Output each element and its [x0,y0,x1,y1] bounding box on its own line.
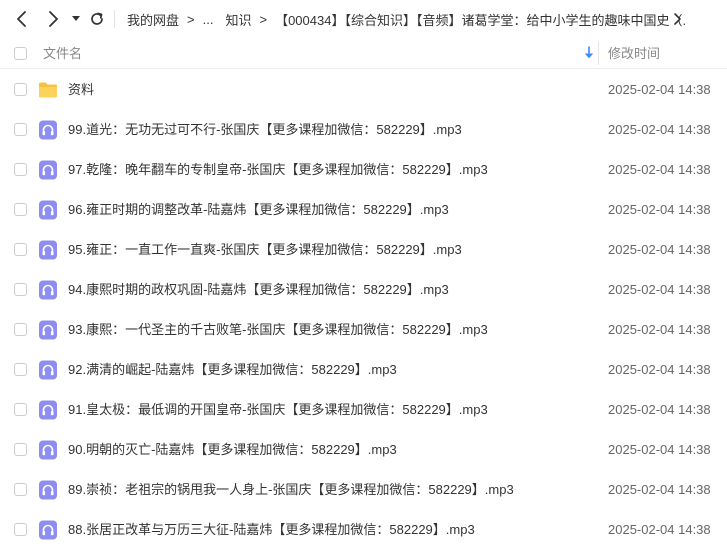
sort-arrow-icon[interactable] [584,46,594,63]
folder-icon [39,82,57,98]
file-name[interactable]: 92.满清的崛起-陆嘉炜【更多课程加微信：582229】.mp3 [68,350,397,390]
breadcrumb-more-button[interactable] [667,0,687,38]
file-list-header: 文件名 修改时间 [0,38,727,69]
file-name[interactable]: 95.雍正：一直工作一直爽-张国庆【更多课程加微信：582229】.mp3 [68,230,462,270]
column-header-modified[interactable]: 修改时间 [608,38,660,69]
file-row[interactable]: 88.张居正改革与万历三大征-陆嘉炜【更多课程加微信：582229】.mp3 2… [0,510,727,550]
column-divider[interactable] [598,42,599,65]
history-dropdown-button[interactable] [69,0,83,38]
audio-file-icon [39,360,57,380]
row-checkbox[interactable] [14,123,27,136]
file-name[interactable]: 90.明朝的灭亡-陆嘉炜【更多课程加微信：582229】.mp3 [68,430,397,470]
audio-file-icon [39,520,57,540]
file-row[interactable]: 94.康熙时期的政权巩固-陆嘉炜【更多课程加微信：582229】.mp3 202… [0,270,727,310]
audio-file-icon [39,480,57,500]
file-row[interactable]: 96.雍正时期的调整改革-陆嘉炜【更多课程加微信：582229】.mp3 202… [0,190,727,230]
column-header-name[interactable]: 文件名 [43,38,82,69]
file-row[interactable]: 99.道光：无功无过可不行-张国庆【更多课程加微信：582229】.mp3 20… [0,110,727,150]
file-name[interactable]: 91.皇太极：最低调的开国皇帝-张国庆【更多课程加微信：582229】.mp3 [68,390,488,430]
file-modified-time: 2025-02-04 14:38 [608,362,711,377]
breadcrumb-item-ellipsis[interactable]: ... [203,12,214,27]
file-row[interactable]: 92.满清的崛起-陆嘉炜【更多课程加微信：582229】.mp3 2025-02… [0,350,727,390]
file-modified-time: 2025-02-04 14:38 [608,522,711,537]
toolbar-divider [114,10,115,28]
file-row[interactable]: 91.皇太极：最低调的开国皇帝-张国庆【更多课程加微信：582229】.mp3 … [0,390,727,430]
file-name[interactable]: 94.康熙时期的政权巩固-陆嘉炜【更多课程加微信：582229】.mp3 [68,270,449,310]
forward-button[interactable] [43,0,63,38]
file-row[interactable]: 97.乾隆：晚年翻车的专制皇帝-张国庆【更多课程加微信：582229】.mp3 … [0,150,727,190]
audio-file-icon [39,440,57,460]
file-row[interactable]: 资料 2025-02-04 14:38 [0,70,727,110]
row-checkbox[interactable] [14,163,27,176]
breadcrumb-item-home[interactable]: 我的网盘 [127,10,179,29]
refresh-icon [91,12,103,25]
file-name[interactable]: 93.康熙：一代圣主的千古败笔-张国庆【更多课程加微信：582229】.mp3 [68,310,488,350]
audio-file-icon [39,320,57,340]
chevron-left-icon [17,11,26,27]
row-checkbox[interactable] [14,443,27,456]
row-checkbox[interactable] [14,523,27,536]
file-modified-time: 2025-02-04 14:38 [608,242,711,257]
caret-down-icon [72,16,80,21]
row-checkbox[interactable] [14,83,27,96]
file-name[interactable]: 97.乾隆：晚年翻车的专制皇帝-张国庆【更多课程加微信：582229】.mp3 [68,150,488,190]
breadcrumb-separator: > [259,11,268,27]
file-modified-time: 2025-02-04 14:38 [608,442,711,457]
chevron-right-icon [49,11,58,27]
row-checkbox[interactable] [14,243,27,256]
row-checkbox[interactable] [14,363,27,376]
file-modified-time: 2025-02-04 14:38 [608,402,711,417]
breadcrumb-separator: > [187,11,195,27]
row-checkbox[interactable] [14,483,27,496]
audio-file-icon [39,400,57,420]
file-modified-time: 2025-02-04 14:38 [608,202,711,217]
audio-file-icon [39,120,57,140]
file-modified-time: 2025-02-04 14:38 [608,82,711,97]
row-checkbox[interactable] [14,323,27,336]
file-name[interactable]: 88.张居正改革与万历三大征-陆嘉炜【更多课程加微信：582229】.mp3 [68,510,475,550]
file-name[interactable]: 99.道光：无功无过可不行-张国庆【更多课程加微信：582229】.mp3 [68,110,462,150]
file-name[interactable]: 资料 [68,70,94,110]
breadcrumb: 我的网盘 > ... 知识 > 【000434】【综合知识】【音频】诸葛学堂：给… [127,0,687,38]
file-row[interactable]: 93.康熙：一代圣主的千古败笔-张国庆【更多课程加微信：582229】.mp3 … [0,310,727,350]
file-modified-time: 2025-02-04 14:38 [608,122,711,137]
select-all-checkbox[interactable] [14,47,27,60]
file-modified-time: 2025-02-04 14:38 [608,282,711,297]
file-name[interactable]: 89.崇祯：老祖宗的锅甩我一人身上-张国庆【更多课程加微信：582229】.mp… [68,470,514,510]
toolbar: 我的网盘 > ... 知识 > 【000434】【综合知识】【音频】诸葛学堂：给… [0,0,727,38]
row-checkbox[interactable] [14,403,27,416]
file-row[interactable]: 89.崇祯：老祖宗的锅甩我一人身上-张国庆【更多课程加微信：582229】.mp… [0,470,727,510]
back-button[interactable] [12,0,32,38]
file-row[interactable]: 95.雍正：一直工作一直爽-张国庆【更多课程加微信：582229】.mp3 20… [0,230,727,270]
file-modified-time: 2025-02-04 14:38 [608,322,711,337]
chevron-right-icon [674,13,681,25]
row-checkbox[interactable] [14,203,27,216]
file-modified-time: 2025-02-04 14:38 [608,482,711,497]
audio-file-icon [39,200,57,220]
file-name[interactable]: 96.雍正时期的调整改革-陆嘉炜【更多课程加微信：582229】.mp3 [68,190,449,230]
refresh-button[interactable] [88,0,106,38]
breadcrumb-item-current[interactable]: 【000434】【综合知识】【音频】诸葛学堂：给中小学生的趣味中国史（... [275,10,687,29]
audio-file-icon [39,160,57,180]
audio-file-icon [39,280,57,300]
row-checkbox[interactable] [14,283,27,296]
breadcrumb-item-knowledge[interactable]: 知识 [225,10,251,29]
file-modified-time: 2025-02-04 14:38 [608,162,711,177]
file-row[interactable]: 90.明朝的灭亡-陆嘉炜【更多课程加微信：582229】.mp3 2025-02… [0,430,727,470]
audio-file-icon [39,240,57,260]
